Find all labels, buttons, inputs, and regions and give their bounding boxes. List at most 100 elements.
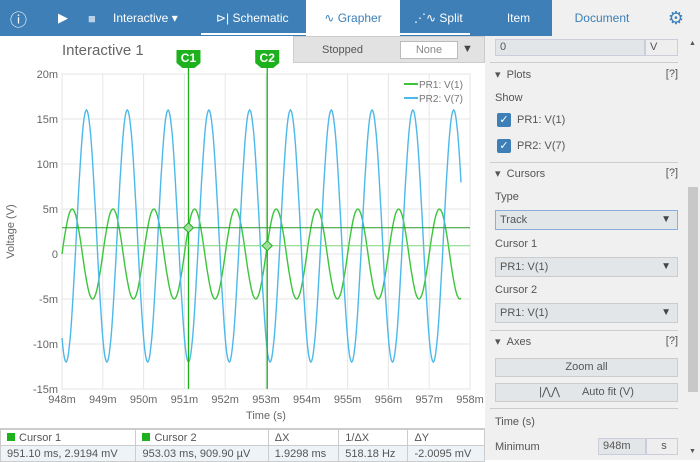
x-tick-label: 957m bbox=[415, 394, 443, 406]
tab-label: Schematic bbox=[232, 11, 289, 25]
y-tick-label: 20m bbox=[37, 69, 58, 81]
checkbox-checked-icon: ✓ bbox=[497, 113, 511, 127]
gear-icon[interactable]: ⚙ bbox=[652, 0, 700, 36]
scroll-down-icon[interactable]: ▼ bbox=[689, 448, 696, 455]
divider bbox=[490, 408, 678, 409]
y-tick-label: -15m bbox=[33, 384, 58, 396]
x-tick-label: 950m bbox=[130, 394, 158, 406]
select-value: Track bbox=[500, 214, 528, 226]
button-label: Auto fit (V) bbox=[581, 386, 634, 398]
scrollbar-thumb[interactable] bbox=[688, 187, 698, 392]
y-tick-label: 5m bbox=[43, 204, 58, 216]
top-toolbar: ⓘ ▶ ■ Interactive ▾ ⊳| Schematic ∿ Graph… bbox=[0, 0, 700, 36]
legend-label: PR1: V(1) bbox=[419, 80, 463, 91]
tab-document[interactable]: Document bbox=[552, 0, 652, 36]
help-link[interactable]: [?] bbox=[666, 335, 678, 347]
type-label: Type bbox=[495, 191, 519, 203]
tab-underline bbox=[201, 33, 470, 35]
plot-checkbox-pr1[interactable]: ✓ PR1: V(1) bbox=[497, 113, 565, 127]
chevron-down-icon: ▼ bbox=[661, 261, 671, 272]
section-title: Plots bbox=[506, 69, 532, 81]
x-tick-label: 956m bbox=[375, 394, 403, 406]
x-tick-label: 951m bbox=[171, 394, 199, 406]
header-dx: ΔX bbox=[267, 429, 340, 446]
collapse-icon: ▾ bbox=[495, 69, 501, 81]
collapse-icon: ▾ bbox=[495, 336, 501, 348]
cursor2-select[interactable]: PR1: V(1) ▼ bbox=[495, 303, 678, 323]
diode-icon: ⊳| bbox=[216, 11, 230, 25]
value-input[interactable]: 0 bbox=[495, 39, 645, 56]
header-cursor1: Cursor 1 bbox=[0, 429, 137, 446]
header-dy: ΔY bbox=[407, 429, 485, 446]
cursor-flag-label: C1 bbox=[181, 51, 197, 65]
header-label: Cursor 2 bbox=[154, 431, 197, 444]
dy-value: -2.0095 mV bbox=[407, 445, 485, 462]
minimum-input[interactable]: 948m bbox=[598, 438, 646, 455]
tab-split[interactable]: ⋰∿ Split bbox=[414, 0, 463, 36]
header-cursor2: Cursor 2 bbox=[135, 429, 269, 446]
dx-value: 1.9298 ms bbox=[267, 445, 340, 462]
split-icon: ⋰∿ bbox=[414, 11, 437, 25]
cursor1-value: 951.10 ms, 2.9194 mV bbox=[0, 445, 137, 462]
y-tick-label: -10m bbox=[33, 339, 58, 351]
tab-schematic[interactable]: ⊳| Schematic bbox=[216, 0, 289, 36]
info-icon[interactable]: ⓘ bbox=[10, 0, 27, 36]
chevron-down-icon: ▼ bbox=[661, 307, 671, 318]
wave-icon: ∿ bbox=[324, 11, 335, 25]
mode-label: Interactive bbox=[113, 11, 169, 25]
help-link[interactable]: [?] bbox=[666, 68, 678, 80]
value-unit: V bbox=[645, 39, 678, 56]
plot-checkbox-pr2[interactable]: ✓ PR2: V(7) bbox=[497, 139, 565, 153]
tab-item[interactable]: Item bbox=[485, 0, 552, 36]
select-value: PR1: V(1) bbox=[500, 261, 549, 273]
minimum-label: Minimum bbox=[495, 441, 540, 453]
checkbox-label: PR1: V(1) bbox=[517, 113, 566, 126]
y-tick-label: 10m bbox=[37, 159, 58, 171]
mode-dropdown[interactable]: Interactive ▾ bbox=[113, 0, 178, 36]
autofit-icon: |⋀⋀ bbox=[539, 386, 560, 398]
y-axis-label: Voltage (V) bbox=[5, 204, 17, 258]
header-inv-dx: 1/ΔX bbox=[338, 429, 409, 446]
divider bbox=[490, 162, 678, 163]
waveform-chart[interactable]: 948m 949m 950m 951m 952m 953m 954m 955m 956m 957m… bbox=[0, 36, 485, 428]
section-title: Axes bbox=[506, 336, 532, 348]
x-tick-label: 949m bbox=[89, 394, 117, 406]
y-tick-label: 0 bbox=[52, 249, 58, 261]
time-axis-label: Time (s) bbox=[495, 416, 535, 428]
cursor2-value: 953.03 ms, 909.90 µV bbox=[135, 445, 269, 462]
cursor1-label: Cursor 1 bbox=[495, 238, 538, 250]
cursor-table: Cursor 1 Cursor 2 ΔX 1/ΔX ΔY 951.10 ms, … bbox=[0, 428, 485, 462]
header-label: Cursor 1 bbox=[19, 431, 62, 444]
tab-label: Grapher bbox=[337, 11, 382, 25]
cursor1-select[interactable]: PR1: V(1) ▼ bbox=[495, 257, 678, 277]
cursors-section-header[interactable]: ▾ Cursors [?] bbox=[495, 167, 678, 180]
y-tick-label: -5m bbox=[39, 294, 58, 306]
properties-panel: 0 V ▾ Plots [?] Show ✓ PR1: V(1) ✓ PR2: V(7… bbox=[485, 36, 700, 460]
checkbox-label: PR2: V(7) bbox=[517, 139, 566, 152]
minimum-unit: s bbox=[646, 438, 678, 455]
scroll-up-icon[interactable]: ▲ bbox=[689, 40, 696, 47]
cursor2-swatch bbox=[142, 432, 151, 441]
help-link[interactable]: [?] bbox=[666, 167, 678, 179]
cursor-flag-label: C2 bbox=[260, 51, 276, 65]
play-icon[interactable]: ▶ bbox=[58, 0, 68, 36]
plots-section-header[interactable]: ▾ Plots [?] bbox=[495, 68, 678, 81]
show-label: Show bbox=[495, 92, 523, 104]
auto-fit-button[interactable]: |⋀⋀ Auto fit (V) bbox=[495, 383, 678, 402]
cursor1-swatch bbox=[7, 432, 15, 441]
cursor2-label: Cursor 2 bbox=[495, 284, 538, 296]
inv-dx-value: 518.18 Hz bbox=[338, 445, 409, 462]
section-title: Cursors bbox=[506, 168, 546, 180]
chevron-down-icon: ▼ bbox=[661, 214, 671, 225]
x-tick-label: 954m bbox=[293, 394, 321, 406]
cursor-type-select[interactable]: Track ▼ bbox=[495, 210, 678, 230]
x-tick-label: 958m bbox=[456, 394, 484, 406]
stop-icon[interactable]: ■ bbox=[88, 0, 96, 36]
select-value: PR1: V(1) bbox=[500, 307, 549, 319]
axes-section-header[interactable]: ▾ Axes [?] bbox=[495, 335, 678, 348]
divider bbox=[490, 330, 678, 331]
x-axis-label: Time (s) bbox=[246, 410, 286, 422]
tab-grapher[interactable]: ∿ Grapher bbox=[306, 0, 400, 36]
tab-label: Document bbox=[574, 11, 630, 25]
zoom-all-button[interactable]: Zoom all bbox=[495, 358, 678, 377]
